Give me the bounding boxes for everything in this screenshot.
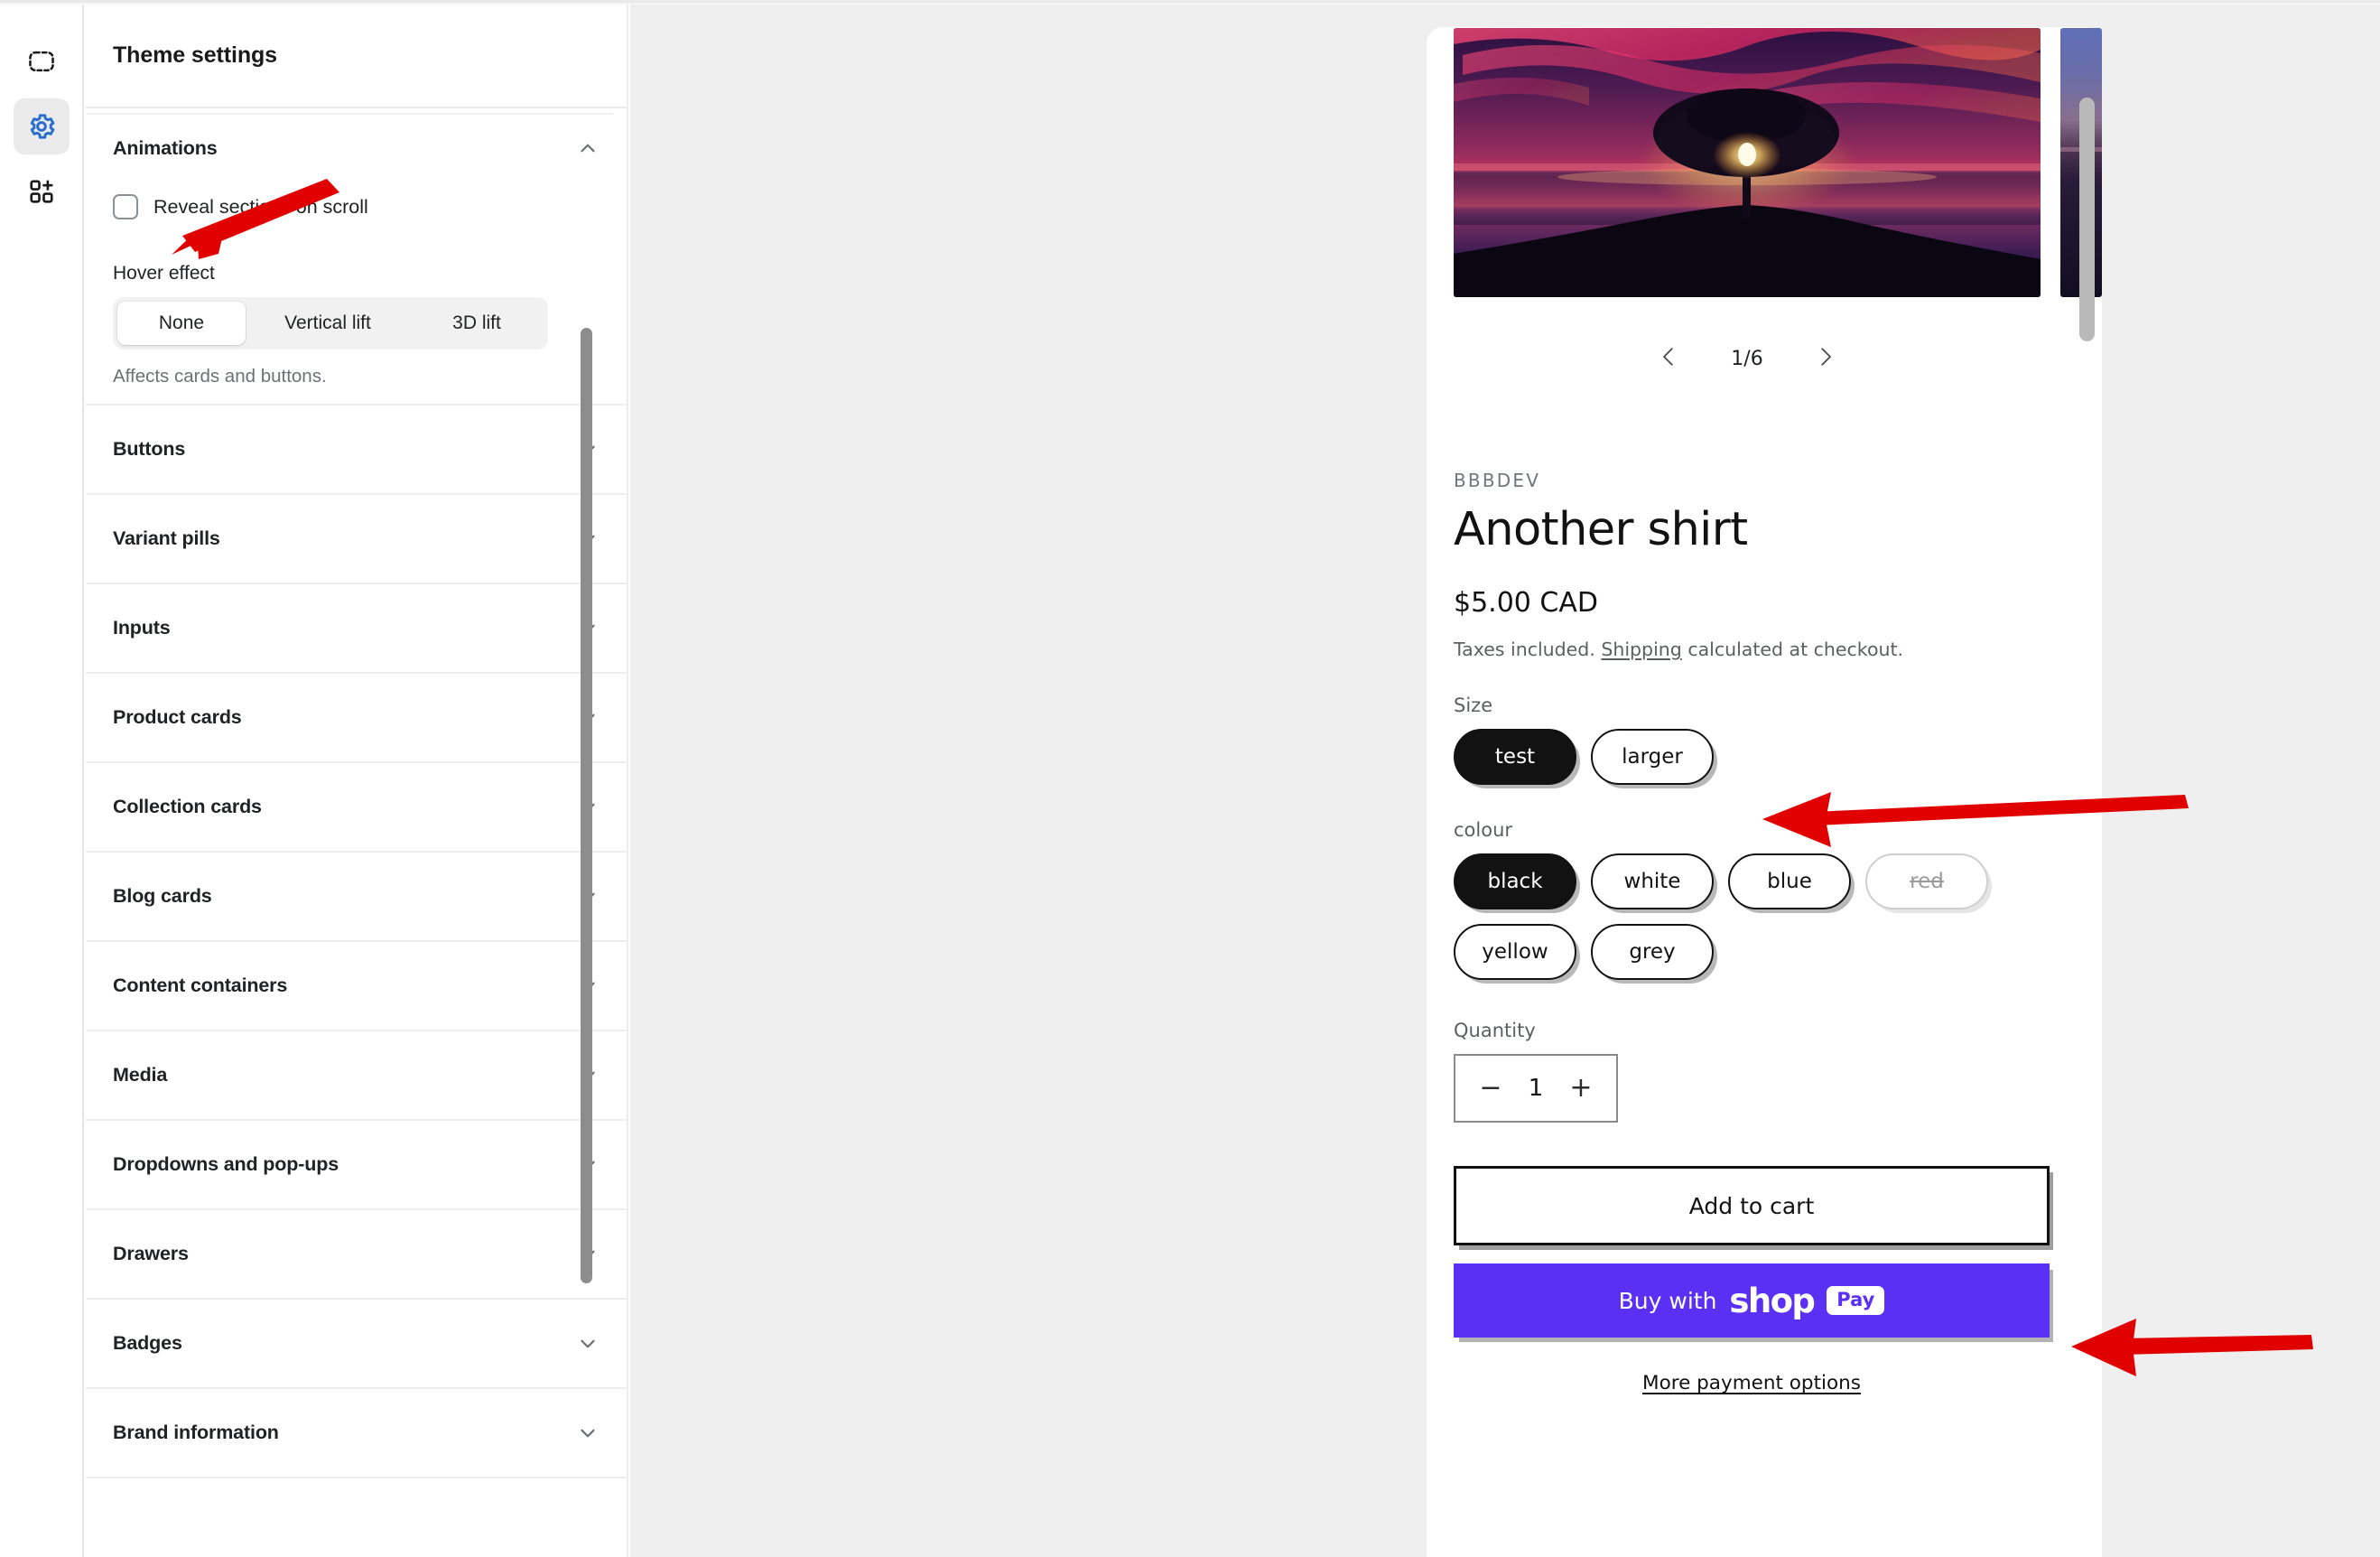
settings-group-blog-cards[interactable]: Blog cards <box>86 853 627 942</box>
shop-pay-prefix-label: Buy with <box>1618 1287 1717 1314</box>
settings-group-variant-pills-label: Variant pills <box>113 527 220 549</box>
sidebar-item-sections[interactable]: Sections <box>14 33 70 89</box>
hover-effect-label: Hover effect <box>113 263 215 284</box>
gallery-prev-button[interactable] <box>1653 343 1684 374</box>
settings-group-product-cards[interactable]: Product cards <box>86 674 627 763</box>
option-label-colour: colour <box>1454 819 1513 841</box>
settings-group-collection-cards-label: Collection cards <box>113 796 262 817</box>
gallery-counter: 1/6 <box>1731 347 1763 370</box>
chevron-right-icon <box>1812 343 1839 375</box>
chevron-down-icon[interactable] <box>576 1422 600 1445</box>
reveal-sections-row: Reveal sections on scroll <box>113 182 600 232</box>
quantity-increase-button[interactable]: + <box>1566 1075 1596 1102</box>
more-payment-options-link[interactable]: More payment options <box>1454 1372 2050 1394</box>
app-blocks-add-icon <box>28 178 55 205</box>
shop-pay-chip: Pay <box>1827 1286 1885 1315</box>
reveal-sections-label: Reveal sections on scroll <box>153 195 368 218</box>
settings-group-dropdowns-and-popups-label: Dropdowns and pop-ups <box>113 1153 339 1175</box>
hover-effect-help-text: Affects cards and buttons. <box>113 366 327 387</box>
colour-pill-black[interactable]: black <box>1454 853 1576 909</box>
sections-icon <box>27 47 56 76</box>
sidebar-item-apps[interactable]: Apps <box>14 163 70 219</box>
quantity-decrease-button[interactable]: − <box>1475 1075 1506 1102</box>
settings-group-variant-pills[interactable]: Variant pills <box>86 495 627 584</box>
purchase-actions: Add to cart Buy with shop Pay More payme… <box>1454 1166 2050 1394</box>
shipping-policy-link[interactable]: Shipping <box>1601 639 1681 660</box>
settings-group-animations: Animations Reveal sections on scroll Hov… <box>86 115 627 406</box>
product-gallery <box>1454 28 2102 297</box>
product-details: BBBDEV Another shirt $5.00 CAD Taxes inc… <box>1454 470 2068 1394</box>
product-image-1[interactable] <box>1454 28 2041 297</box>
tax-note-prefix: Taxes included. <box>1454 639 1595 660</box>
chevron-up-icon[interactable] <box>576 136 600 160</box>
settings-group-animations-header[interactable]: Animations <box>113 115 600 182</box>
settings-group-buttons[interactable]: Buttons <box>86 406 627 495</box>
colour-pill-grey[interactable]: grey <box>1591 924 1714 980</box>
settings-group-badges-label: Badges <box>113 1332 182 1354</box>
sidebar-item-theme-settings[interactable]: Theme settings <box>13 98 70 154</box>
left-icon-rail: Sections Theme settings Apps <box>0 5 84 1557</box>
settings-group-drawers-label: Drawers <box>113 1243 189 1264</box>
gallery-next-button[interactable] <box>1810 343 1841 374</box>
product-price: $5.00 CAD <box>1454 587 1598 619</box>
page-title: Theme settings <box>113 42 277 68</box>
reveal-sections-checkbox[interactable] <box>113 194 138 219</box>
settings-group-media-label: Media <box>113 1064 168 1086</box>
gallery-controls: 1/6 <box>1454 343 2041 374</box>
colour-pill-white[interactable]: white <box>1591 853 1714 909</box>
option-label-size: Size <box>1454 695 1493 716</box>
settings-group-badges[interactable]: Badges <box>86 1300 627 1389</box>
size-pill-test[interactable]: test <box>1454 729 1576 785</box>
product-vendor: BBBDEV <box>1454 470 1541 491</box>
settings-group-buttons-label: Buttons <box>113 438 186 460</box>
colour-pill-red[interactable]: red <box>1865 853 1988 909</box>
panel-header: Theme settings <box>86 5 627 108</box>
theme-settings-panel: Theme settings Animations Reveal section… <box>86 5 628 1557</box>
hover-effect-option-vertical-lift[interactable]: Vertical lift <box>246 302 410 345</box>
colour-pill-blue[interactable]: blue <box>1728 853 1851 909</box>
storefront-preview-scrollbar[interactable] <box>2079 98 2095 341</box>
settings-group-brand-information[interactable]: Brand information <box>86 1389 627 1478</box>
size-pill-larger[interactable]: larger <box>1591 729 1714 785</box>
hover-effect-segmented-control: None Vertical lift 3D lift <box>113 297 548 350</box>
theme-editor-screen: Sections Theme settings Apps <box>0 0 2380 1557</box>
hover-effect-option-none[interactable]: None <box>117 302 246 345</box>
settings-group-inputs-label: Inputs <box>113 617 171 639</box>
settings-group-blog-cards-label: Blog cards <box>113 885 212 907</box>
settings-group-dropdowns-and-popups[interactable]: Dropdowns and pop-ups <box>86 1121 627 1210</box>
settings-group-content-containers[interactable]: Content containers <box>86 942 627 1031</box>
option-values-colour: black white blue red yellow grey <box>1454 853 2050 980</box>
settings-group-animations-title: Animations <box>113 136 218 159</box>
settings-group-animations-body: Reveal sections on scroll Hover effect N… <box>113 182 600 404</box>
panel-header-divider <box>86 108 613 115</box>
product-title: Another shirt <box>1454 503 1748 556</box>
chevron-left-icon <box>1655 343 1682 375</box>
colour-pill-yellow[interactable]: yellow <box>1454 924 1576 980</box>
tax-and-shipping-note: Taxes included. Shipping calculated at c… <box>1454 639 2068 660</box>
shop-pay-logo: shop <box>1729 1281 1815 1320</box>
settings-group-collection-cards[interactable]: Collection cards <box>86 763 627 853</box>
buy-with-shop-pay-button[interactable]: Buy with shop Pay <box>1454 1263 2050 1338</box>
tax-note-suffix: calculated at checkout. <box>1687 639 1904 660</box>
settings-group-content-containers-label: Content containers <box>113 974 288 996</box>
quantity-value[interactable]: 1 <box>1529 1075 1544 1102</box>
settings-group-drawers[interactable]: Drawers <box>86 1210 627 1300</box>
add-to-cart-button[interactable]: Add to cart <box>1454 1166 2050 1245</box>
option-values-size: test larger <box>1454 729 2050 785</box>
chevron-down-icon[interactable] <box>576 1332 600 1356</box>
settings-group-product-cards-label: Product cards <box>113 706 242 728</box>
settings-group-inputs[interactable]: Inputs <box>86 584 627 674</box>
panel-scroll-area: Animations Reveal sections on scroll Hov… <box>86 115 627 1555</box>
settings-group-media[interactable]: Media <box>86 1031 627 1121</box>
settings-group-brand-information-label: Brand information <box>113 1422 279 1443</box>
hover-effect-option-3d-lift[interactable]: 3D lift <box>410 302 544 345</box>
gear-icon <box>26 111 57 142</box>
quantity-stepper: − 1 + <box>1454 1054 1618 1123</box>
quantity-label: Quantity <box>1454 1020 1536 1041</box>
settings-panel-scrollbar[interactable] <box>581 328 592 1283</box>
